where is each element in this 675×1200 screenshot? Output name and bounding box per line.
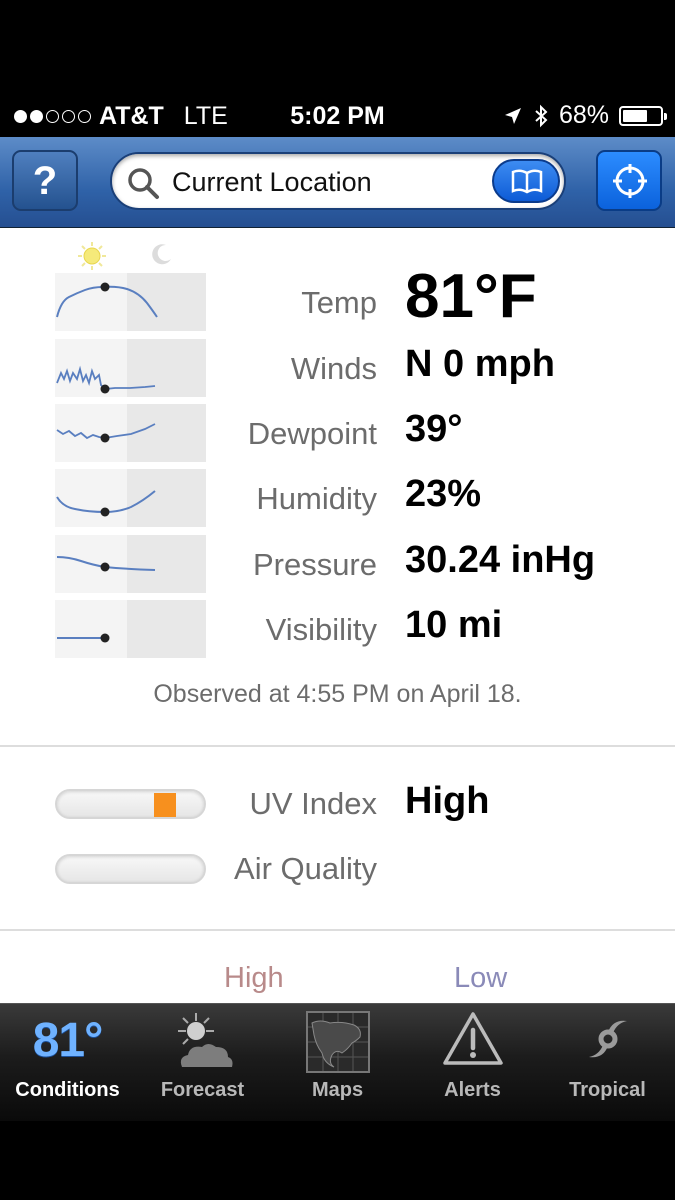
pressure-trend-sparkline — [55, 535, 206, 593]
tab-forecast[interactable]: Forecast — [135, 1003, 270, 1121]
location-text: Current Location — [172, 167, 372, 197]
conditions-panel: Temp 81°F Winds N 0 mph Dewpoint 39° Hum… — [0, 228, 675, 1003]
map-icon — [305, 1011, 370, 1073]
condition-row-pressure: Pressure 30.24 inHg — [0, 535, 675, 595]
status-bar: AT&T LTE 5:02 PM 68% — [0, 95, 675, 137]
tab-tropical-label: Tropical — [569, 1079, 646, 1101]
hurricane-icon — [588, 1020, 627, 1058]
warning-icon — [442, 1012, 503, 1065]
tab-alerts-label: Alerts — [444, 1079, 501, 1101]
pressure-label: Pressure — [252, 547, 377, 582]
temperature-icon: 81° — [32, 1014, 104, 1067]
dewpoint-label: Dewpoint — [247, 416, 377, 451]
locate-me-button[interactable] — [596, 150, 662, 211]
section-divider — [0, 745, 675, 747]
tab-maps[interactable]: Maps — [270, 1003, 405, 1121]
book-icon — [511, 169, 543, 194]
visibility-trend-sparkline — [55, 600, 206, 658]
nav-bar: ? Current Location — [0, 137, 675, 228]
condition-row-humidity: Humidity 23% — [0, 469, 675, 529]
temp-trend-sparkline — [55, 273, 206, 331]
uv-index-value: High — [405, 780, 490, 822]
condition-row-winds: Winds N 0 mph — [0, 339, 675, 399]
tab-tropical[interactable]: Tropical — [540, 1003, 675, 1121]
temp-value: 81°F — [405, 262, 537, 331]
visibility-value: 10 mi — [405, 604, 503, 646]
bluetooth-icon — [535, 104, 548, 127]
uv-index-label: UV Index — [249, 786, 377, 821]
search-icon — [128, 168, 159, 199]
tab-maps-label: Maps — [311, 1079, 364, 1101]
winds-value: N 0 mph — [405, 343, 555, 385]
humidity-trend-sparkline — [55, 469, 206, 527]
crosshair-icon — [613, 164, 647, 198]
location-search-field[interactable]: Current Location — [110, 152, 566, 210]
air-quality-label: Air Quality — [234, 851, 377, 886]
humidity-label: Humidity — [256, 481, 377, 516]
help-button[interactable]: ? — [12, 150, 78, 211]
section-divider — [0, 929, 675, 931]
winds-label: Winds — [290, 351, 377, 386]
condition-row-temp: Temp 81°F — [0, 262, 675, 333]
dewpoint-trend-sparkline — [55, 404, 206, 462]
dewpoint-value: 39° — [405, 408, 463, 450]
condition-row-visibility: Visibility 10 mi — [0, 600, 675, 660]
top-letterbox — [0, 0, 675, 95]
battery-percent: 68% — [558, 101, 609, 129]
forecast-low-header: Low — [454, 962, 508, 994]
air-quality-gauge — [55, 854, 206, 884]
bookmarks-button[interactable] — [492, 159, 560, 203]
winds-trend-sparkline — [55, 339, 206, 397]
sun-cloud-icon — [177, 1013, 232, 1067]
sun-icon — [78, 242, 106, 270]
battery-fill — [623, 109, 647, 122]
uv-index-gauge — [55, 789, 206, 819]
temp-label: Temp — [301, 285, 377, 320]
forecast-high-header: High — [224, 962, 284, 994]
pressure-value: 30.24 inHg — [405, 539, 596, 581]
tab-forecast-label: Forecast — [160, 1079, 245, 1101]
battery-icon — [619, 105, 667, 126]
location-arrow-icon — [504, 107, 521, 124]
tab-conditions[interactable]: 81° Conditions — [0, 1003, 135, 1121]
tab-bar: 81° Conditions Forecast Maps Alerts Trop… — [0, 1003, 675, 1200]
tab-conditions-label: Conditions — [15, 1079, 120, 1101]
observation-time: Observed at 4:55 PM on April 18. — [153, 680, 522, 708]
condition-row-dewpoint: Dewpoint 39° — [0, 404, 675, 464]
tab-alerts[interactable]: Alerts — [405, 1003, 540, 1121]
humidity-value: 23% — [405, 473, 482, 515]
visibility-label: Visibility — [265, 612, 377, 647]
uv-index-marker — [154, 793, 176, 817]
moon-icon — [152, 244, 171, 265]
